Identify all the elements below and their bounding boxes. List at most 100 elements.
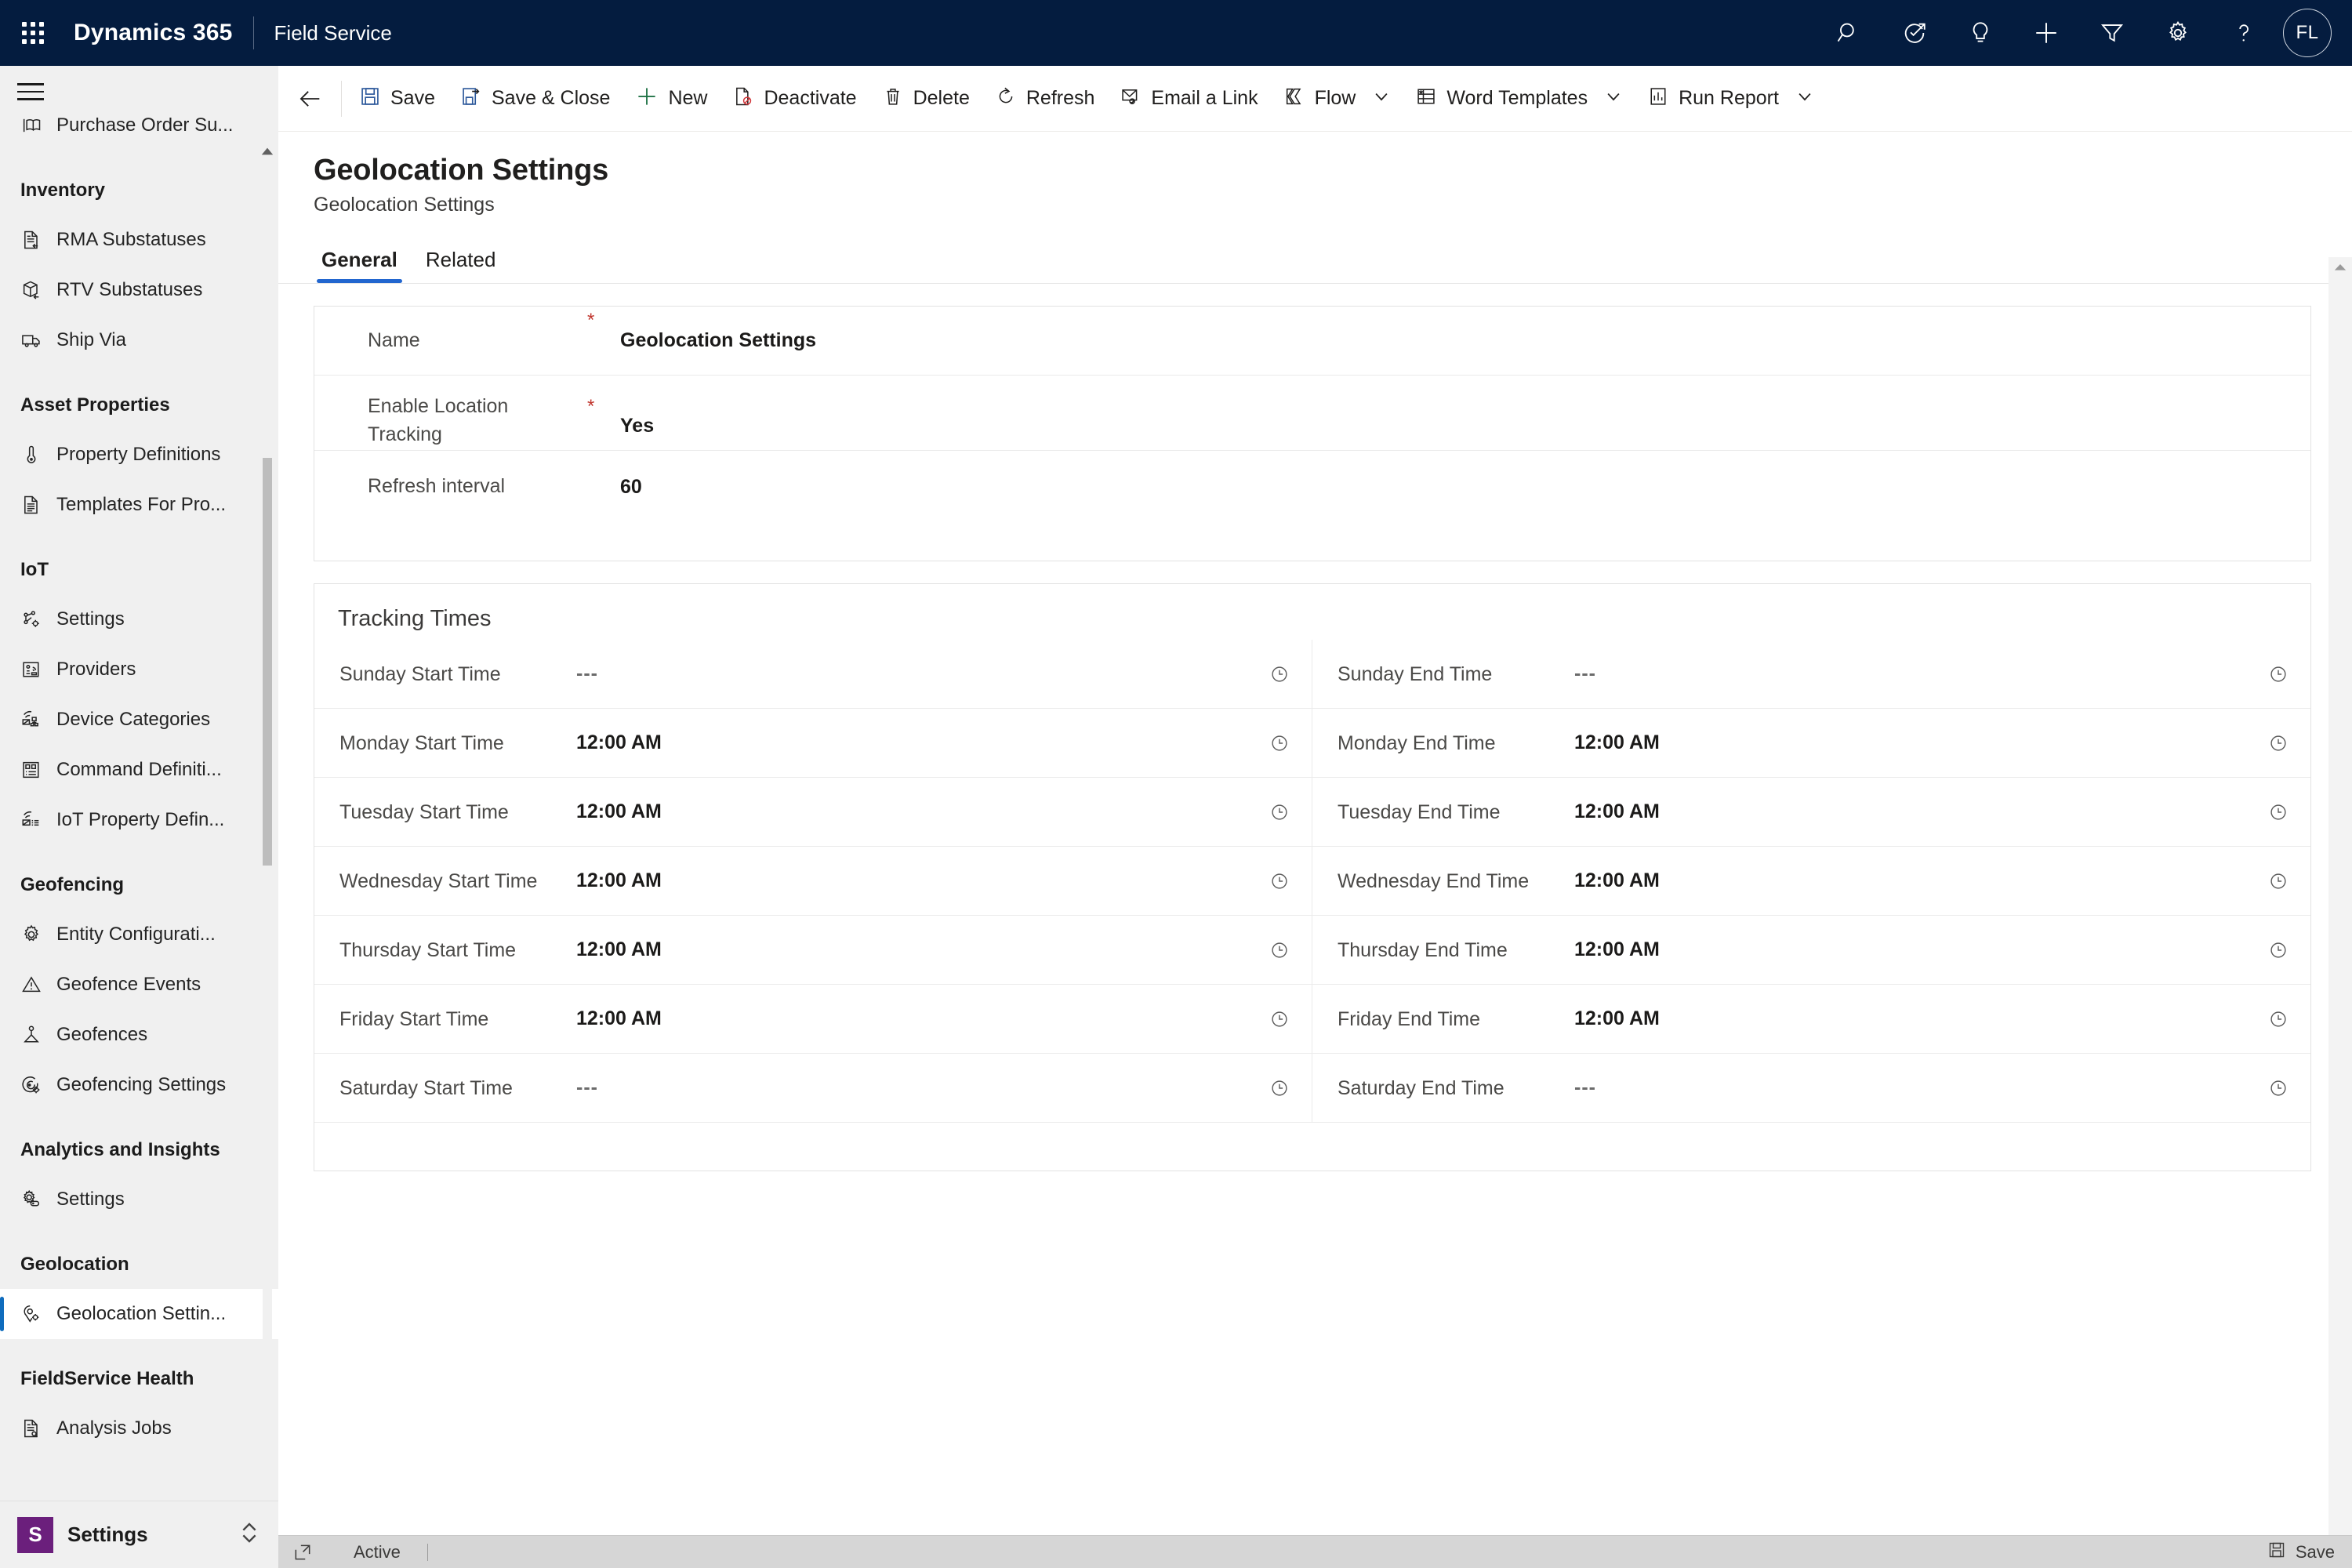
- clock-icon[interactable]: [2268, 1009, 2288, 1029]
- refresh-button-label: Refresh: [1025, 87, 1095, 109]
- plus-icon[interactable]: [2013, 0, 2079, 66]
- gear-icon[interactable]: [2145, 0, 2211, 66]
- new-button[interactable]: New: [622, 66, 720, 132]
- clock-icon[interactable]: [2268, 871, 2288, 891]
- clock-icon[interactable]: [1269, 871, 1290, 891]
- tracking-value[interactable]: 12:00 AM: [576, 869, 1269, 892]
- sidebar-item-geolocation-settings[interactable]: Geolocation Settin...: [0, 1289, 278, 1339]
- sidebar-item-analysis-jobs[interactable]: Analysis Jobs: [0, 1403, 278, 1454]
- save-button[interactable]: Save: [347, 66, 448, 132]
- field-value-refresh-interval[interactable]: 60: [620, 476, 642, 499]
- tracking-value[interactable]: 12:00 AM: [1574, 731, 2268, 754]
- refresh-button[interactable]: Refresh: [982, 66, 1108, 132]
- field-value-name[interactable]: Geolocation Settings: [620, 329, 816, 352]
- save-and-close-button[interactable]: Save & Close: [448, 66, 622, 132]
- search-icon[interactable]: [1816, 0, 1882, 66]
- status-bar-save-button[interactable]: Save: [2267, 1541, 2335, 1563]
- tracking-value[interactable]: 12:00 AM: [1574, 869, 2268, 892]
- tracking-row-saturday-end: Saturday End Time ---: [1312, 1054, 2310, 1123]
- tab-general[interactable]: General: [314, 243, 405, 283]
- popout-icon[interactable]: [292, 1542, 313, 1563]
- sidebar-item-property-definitions[interactable]: Property Definitions: [0, 430, 278, 480]
- sidebar-item-templates-for-properties[interactable]: Templates For Pro...: [0, 480, 278, 530]
- sidebar-item-rma-substatuses[interactable]: RMA Substatuses: [0, 215, 278, 265]
- tracking-value[interactable]: 12:00 AM: [576, 938, 1269, 961]
- tracking-value[interactable]: 12:00 AM: [576, 800, 1269, 823]
- brand-title[interactable]: Dynamics 365: [74, 20, 233, 46]
- clock-icon[interactable]: [2268, 802, 2288, 822]
- hamburger-menu-icon[interactable]: [17, 66, 72, 118]
- sidebar-item-entity-configurations[interactable]: Entity Configurati...: [0, 909, 278, 960]
- chevron-down-icon[interactable]: [1605, 88, 1622, 109]
- clock-icon[interactable]: [1269, 940, 1290, 960]
- sidebar-item-geofences[interactable]: Geofences: [0, 1010, 278, 1060]
- delete-button[interactable]: Delete: [869, 66, 982, 132]
- sidebar-item-rtv-substatuses[interactable]: RTV Substatuses: [0, 265, 278, 315]
- tracking-label: Saturday Start Time: [339, 1076, 513, 1099]
- run-report-button[interactable]: Run Report: [1635, 66, 1826, 132]
- tracking-value[interactable]: 12:00 AM: [1574, 1007, 2268, 1030]
- filter-icon[interactable]: [2079, 0, 2145, 66]
- chevron-updown-icon[interactable]: [238, 1519, 261, 1550]
- assistant-icon[interactable]: [1882, 0, 1947, 66]
- tracking-value[interactable]: ---: [1574, 662, 2268, 685]
- sidebar-item-providers[interactable]: Providers: [0, 644, 278, 695]
- clock-icon[interactable]: [2268, 664, 2288, 684]
- clock-icon[interactable]: [1269, 733, 1290, 753]
- email-a-link-button[interactable]: Email a Link: [1107, 66, 1270, 132]
- content-scrollbar[interactable]: [2328, 257, 2352, 1568]
- tab-general-label: General: [321, 248, 397, 271]
- sidebar-group-fieldservice-health: FieldService Health: [20, 1368, 194, 1389]
- sidebar-group-geolocation: Geolocation: [20, 1254, 129, 1275]
- tracking-value[interactable]: ---: [1574, 1076, 2268, 1099]
- area-switcher[interactable]: S Settings: [0, 1501, 278, 1568]
- tracking-value[interactable]: 12:00 AM: [576, 731, 1269, 754]
- clock-icon[interactable]: [2268, 733, 2288, 753]
- avatar[interactable]: FL: [2283, 9, 2332, 57]
- end-times-column: Sunday End Time --- Monday End Time 12:0…: [1312, 640, 2310, 1123]
- sidebar-scrollbar[interactable]: [260, 144, 275, 1512]
- word-icon: [1415, 85, 1437, 111]
- sidebar-item-purchase-order-substatuses[interactable]: Purchase Order Su...: [0, 118, 278, 151]
- clock-icon[interactable]: [2268, 1078, 2288, 1098]
- tracking-value[interactable]: 12:00 AM: [1574, 938, 2268, 961]
- deactivate-button[interactable]: Deactivate: [720, 66, 869, 132]
- clock-icon[interactable]: [1269, 664, 1290, 684]
- status-bar-divider: [426, 1543, 428, 1561]
- tracking-value[interactable]: ---: [576, 662, 1269, 685]
- sidebar-item-ship-via[interactable]: Ship Via: [0, 315, 278, 365]
- clock-icon[interactable]: [1269, 1078, 1290, 1098]
- sidebar-item-geofencing-settings[interactable]: Geofencing Settings: [0, 1060, 278, 1110]
- scroll-up-arrow-icon[interactable]: [2333, 260, 2347, 274]
- chevron-down-icon[interactable]: [1373, 88, 1390, 109]
- lightbulb-icon[interactable]: [1947, 0, 2013, 66]
- app-name[interactable]: Field Service: [274, 21, 392, 45]
- clock-icon[interactable]: [1269, 1009, 1290, 1029]
- clock-icon[interactable]: [1269, 802, 1290, 822]
- flow-button[interactable]: Flow: [1271, 66, 1403, 132]
- word-templates-button[interactable]: Word Templates: [1403, 66, 1635, 132]
- tracking-row-saturday-start: Saturday Start Time ---: [314, 1054, 1312, 1123]
- sidebar-item-label: Analysis Jobs: [56, 1417, 172, 1439]
- chevron-down-icon[interactable]: [1796, 88, 1813, 109]
- tracking-value[interactable]: ---: [576, 1076, 1269, 1099]
- sidebar-item-iot-property-definitions[interactable]: IoT Property Defin...: [0, 795, 278, 845]
- sidebar-item-geofence-events[interactable]: Geofence Events: [0, 960, 278, 1010]
- sidebar-item-command-definitions[interactable]: Command Definiti...: [0, 745, 278, 795]
- tracking-value[interactable]: 12:00 AM: [1574, 800, 2268, 823]
- sidebar-item-iot-settings[interactable]: Settings: [0, 594, 278, 644]
- back-button[interactable]: [288, 76, 333, 122]
- tab-related[interactable]: Related: [418, 243, 504, 283]
- sidebar-nav-scroll-region[interactable]: Purchase Order Su... Inventory RMA Subst…: [0, 118, 278, 1518]
- top-navigation-bar: Dynamics 365 Field Service FL: [0, 0, 2352, 66]
- tracking-value[interactable]: 12:00 AM: [576, 1007, 1269, 1030]
- sidebar-item-device-categories[interactable]: Device Categories: [0, 695, 278, 745]
- sidebar-scrollbar-thumb[interactable]: [263, 458, 272, 866]
- help-icon[interactable]: [2211, 0, 2277, 66]
- field-value-enable-location-tracking[interactable]: Yes: [620, 393, 654, 437]
- app-launcher-button[interactable]: [0, 0, 66, 66]
- scroll-up-arrow-icon[interactable]: [260, 144, 274, 158]
- clock-icon[interactable]: [2268, 940, 2288, 960]
- rtv-box-icon: [20, 279, 56, 301]
- sidebar-item-analytics-settings[interactable]: Settings: [0, 1174, 278, 1225]
